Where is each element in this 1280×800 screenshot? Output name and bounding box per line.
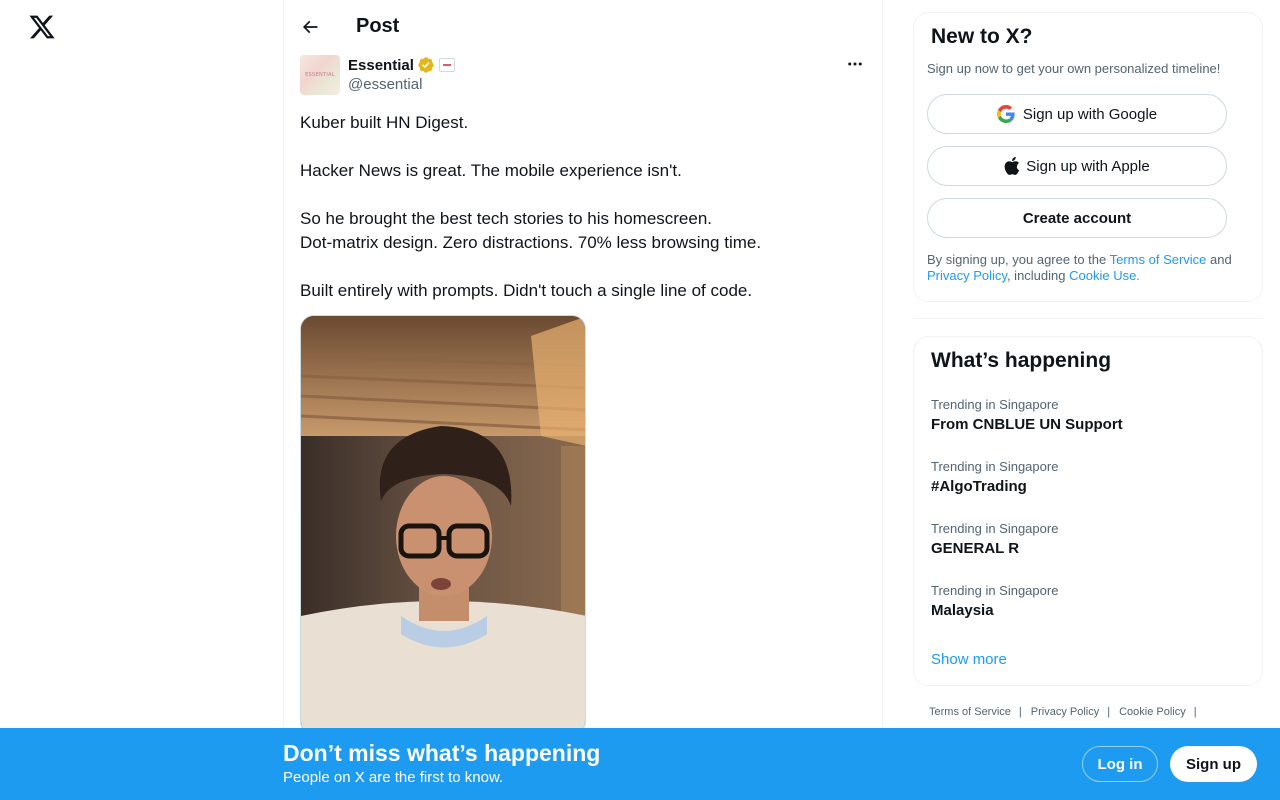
legal-including: , including	[1006, 268, 1070, 283]
create-account-button[interactable]: Create account	[927, 198, 1227, 238]
footer-privacy-link[interactable]: Privacy Policy	[1031, 706, 1099, 718]
trend-item[interactable]: Trending in Singapore #AlgoTrading	[931, 459, 1241, 497]
more-horizontal-icon	[848, 62, 862, 66]
footer-links: Terms of Service | Privacy Policy | Cook…	[929, 706, 1206, 718]
signup-google-label: Sign up with Google	[1022, 105, 1158, 123]
author-name[interactable]: Essential	[348, 57, 414, 74]
affiliate-badge-icon[interactable]	[438, 58, 455, 72]
legal-and: and	[1206, 252, 1232, 267]
legal-prefix: By signing up, you agree to the	[927, 252, 1110, 267]
post-text: Kuber built HN Digest. Hacker News is gr…	[284, 99, 882, 303]
signup-apple-button[interactable]: Sign up with Apple	[927, 146, 1227, 186]
signup-subtitle: Sign up now to get your own personalized…	[927, 61, 1221, 76]
show-more-link[interactable]: Show more	[931, 651, 1007, 668]
trends-card: What’s happening Trending in Singapore F…	[913, 336, 1263, 686]
login-banner: Don’t miss what’s happening People on X …	[0, 728, 1280, 800]
trend-meta: Trending in Singapore	[931, 583, 1059, 598]
trend-meta: Trending in Singapore	[931, 459, 1059, 474]
post-media-video[interactable]	[300, 315, 586, 735]
back-button[interactable]	[300, 17, 320, 37]
banner-subtitle: People on X are the first to know.	[283, 769, 504, 786]
author-info: Essential @essential	[348, 55, 455, 99]
footer-separator: |	[1193, 706, 1197, 718]
post-column: Post ESSENTIAL Essential @essential Kube…	[283, 0, 883, 800]
post-paragraph: Built entirely with prompts. Didn't touc…	[300, 281, 753, 300]
post-paragraph: Dot-matrix design. Zero distractions. 70…	[300, 233, 762, 252]
avatar-text: ESSENTIAL	[305, 72, 335, 78]
signup-google-button[interactable]: Sign up with Google	[927, 94, 1227, 134]
trends-title: What’s happening	[931, 349, 1112, 372]
trend-name: Malaysia	[931, 602, 994, 619]
cookie-link[interactable]: Cookie Use.	[1069, 268, 1140, 283]
trend-meta: Trending in Singapore	[931, 397, 1059, 412]
trend-name: From CNBLUE UN Support	[931, 416, 1123, 433]
signup-card: New to X? Sign up now to get your own pe…	[913, 12, 1263, 302]
post-paragraph: Hacker News is great. The mobile experie…	[300, 161, 682, 180]
privacy-link[interactable]: Privacy Policy	[927, 268, 1007, 283]
terms-link[interactable]: Terms of Service	[1110, 252, 1207, 267]
trend-name: #AlgoTrading	[931, 478, 1027, 495]
footer-separator: |	[1107, 706, 1111, 718]
google-icon	[996, 105, 1015, 123]
banner-title: Don’t miss what’s happening	[283, 740, 601, 766]
left-nav	[0, 0, 283, 800]
gold-verified-badge-icon	[418, 57, 434, 73]
page-title: Post	[356, 15, 400, 37]
trend-meta: Trending in Singapore	[931, 521, 1059, 536]
author-name-row: Essential	[348, 55, 455, 75]
signup-button[interactable]: Sign up	[1170, 746, 1257, 782]
author-handle[interactable]: @essential	[348, 76, 455, 93]
arrow-left-icon	[302, 20, 318, 33]
post-paragraph	[300, 255, 866, 279]
trend-item[interactable]: Trending in Singapore From CNBLUE UN Sup…	[931, 397, 1241, 435]
footer-cookie-link[interactable]: Cookie Policy	[1119, 706, 1186, 718]
video-thumbnail	[301, 316, 585, 734]
trend-item[interactable]: Trending in Singapore Malaysia	[931, 583, 1241, 621]
apple-icon	[1004, 157, 1020, 175]
more-options-button[interactable]	[846, 55, 864, 78]
post-author: ESSENTIAL Essential @essential	[284, 55, 882, 99]
post-paragraph	[300, 183, 866, 207]
post-paragraph	[300, 135, 866, 159]
trend-item[interactable]: Trending in Singapore GENERAL R	[931, 521, 1241, 559]
signup-legal-text: By signing up, you agree to the Terms of…	[927, 252, 1257, 284]
signup-title: New to X?	[931, 25, 1033, 48]
x-logo-icon[interactable]	[28, 13, 56, 41]
create-account-label: Create account	[1022, 209, 1132, 227]
post-paragraph: So he brought the best tech stories to h…	[300, 209, 713, 228]
signup-apple-label: Sign up with Apple	[1026, 157, 1150, 175]
post-paragraph: Kuber built HN Digest.	[300, 113, 469, 132]
footer-separator: |	[1018, 706, 1022, 718]
trend-name: GENERAL R	[931, 540, 1020, 557]
avatar[interactable]: ESSENTIAL	[300, 55, 340, 95]
sidebar-divider	[913, 318, 1263, 319]
login-button[interactable]: Log in	[1082, 746, 1158, 782]
footer-terms-link[interactable]: Terms of Service	[929, 706, 1011, 718]
post-header: Post	[284, 0, 882, 53]
